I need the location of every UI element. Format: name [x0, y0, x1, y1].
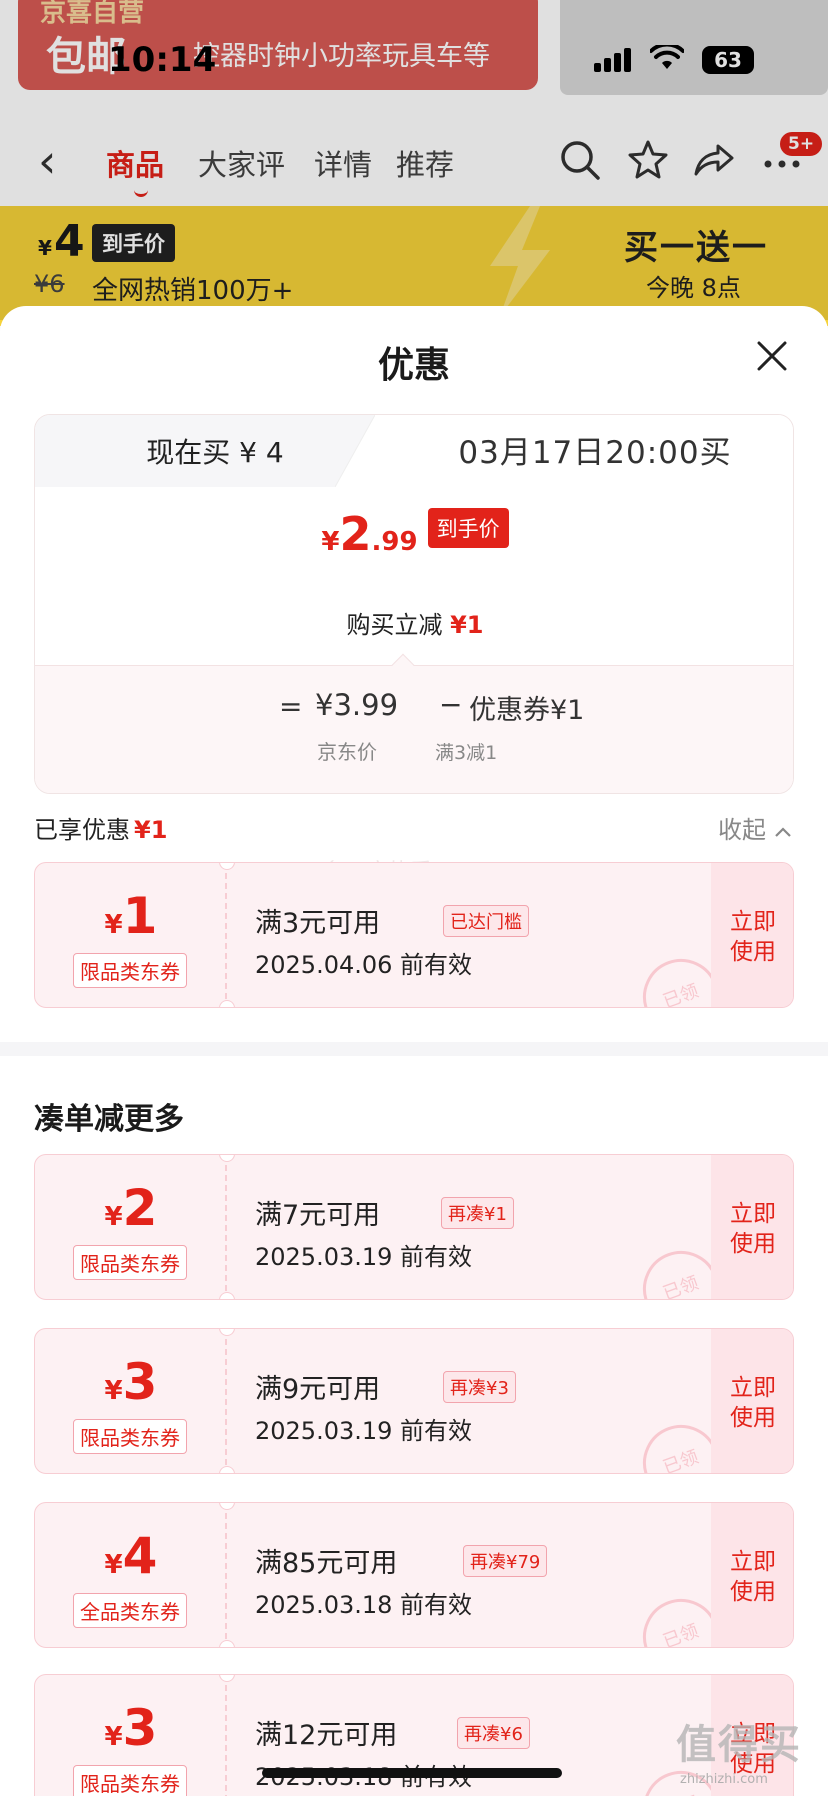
use-coupon-label: 立即使用	[730, 1201, 776, 1257]
coupon-card: ¥4 全品类东券 满85元可用 再凑¥79 2025.03.18 前有效 已领 …	[34, 1502, 794, 1648]
coupon-notch	[219, 1640, 235, 1647]
calc-coupon-label: 满3减1	[435, 742, 498, 764]
instant-reduction: 购买立减 ¥1	[35, 605, 793, 640]
final-price: ¥2.99	[321, 507, 417, 561]
coupon-yen: ¥	[104, 1722, 123, 1752]
coupon-gap-tag: 再凑¥6	[457, 1717, 530, 1749]
section-divider	[0, 1042, 828, 1056]
coupon-expiry: 2025.03.18 前有效	[255, 1591, 473, 1619]
final-price-integer: 2	[339, 507, 372, 561]
coupon-type: 限品类东券	[73, 1765, 187, 1796]
coupon-condition: 满85元可用	[255, 1548, 398, 1579]
coupon-condition: 满7元可用	[255, 1200, 381, 1231]
app-root: 京喜自营 包邮 控器时钟小功率玩具车等 10:14 63 ‹ 商品 大家评 详情…	[0, 0, 828, 1796]
coupon-expiry: 2025.03.19 前有效	[255, 1417, 473, 1445]
coupon-amount-area: ¥1 限品类东券	[35, 863, 227, 1007]
sheet-title: 优惠	[377, 345, 450, 386]
calc-equals: =	[279, 690, 303, 723]
enjoyed-discount-label: 已享优惠	[34, 816, 130, 844]
calc-coupon: 优惠券¥1	[469, 695, 585, 726]
price-breakdown-card: 现在买 ¥ 4 03月17日20:00买 ¥2.99 到手价 购买立减 ¥1 = …	[34, 414, 794, 794]
coupon-gap-tag: 再凑¥1	[441, 1197, 514, 1229]
final-price-row: ¥2.99 到手价	[35, 507, 793, 561]
tab-buy-later[interactable]: 03月17日20:00买	[375, 415, 793, 487]
coupon-gap-tag: 再凑¥3	[443, 1371, 516, 1403]
coupon-yen: ¥	[104, 1550, 123, 1580]
use-coupon-button[interactable]: 立即使用	[711, 863, 793, 1007]
use-coupon-label: 立即使用	[730, 909, 776, 965]
enjoyed-discount: 已享优惠 ¥1	[34, 810, 167, 845]
site-watermark: 值得买	[676, 1722, 802, 1768]
instant-reduction-label: 购买立减	[346, 611, 443, 639]
enjoyed-discount-amount: ¥1	[134, 816, 168, 844]
calc-jd-price-label: 京东价	[317, 740, 377, 764]
coupon-type: 限品类东券	[73, 953, 187, 988]
coupon-yen: ¥	[104, 910, 123, 940]
coupon-value: 4	[122, 1527, 158, 1585]
tab-buy-later-label: 03月17日20:00买	[458, 435, 732, 471]
site-watermark-url: zhizhizhi.com	[680, 1772, 768, 1787]
use-coupon-button[interactable]: 立即使用	[711, 1503, 793, 1647]
close-icon[interactable]	[754, 338, 790, 374]
use-coupon-button[interactable]: 立即使用	[711, 1155, 793, 1299]
coupon-amount-area: ¥4 全品类东券	[35, 1503, 227, 1647]
coupon-amount: ¥4	[35, 1527, 227, 1585]
coupon-type: 全品类东券	[73, 1593, 187, 1628]
final-price-tag: 到手价	[427, 508, 509, 548]
coupon-amount: ¥3	[35, 1353, 227, 1411]
coupon-expiry: 2025.04.06 前有效	[255, 951, 473, 979]
coupon-card: ¥2 限品类东券 满7元可用 再凑¥1 2025.03.19 前有效 已领 立即…	[34, 1154, 794, 1300]
coupon-condition: 满9元可用	[255, 1374, 381, 1405]
coupon-condition: 满12元可用	[255, 1720, 398, 1751]
calc-jd-price: ¥3.99	[315, 688, 399, 722]
coupon-yen: ¥	[104, 1202, 123, 1232]
coupon-threshold-tag: 已达门槛	[443, 905, 529, 937]
coupon-value: 2	[122, 1179, 158, 1237]
coupon-gap-tag: 再凑¥79	[463, 1545, 548, 1577]
final-price-decimal: .99	[371, 527, 418, 557]
coupon-condition: 满3元可用	[255, 908, 381, 939]
coupon-amount-area: ¥3 限品类东券	[35, 1329, 227, 1473]
coupon-type: 限品类东券	[73, 1245, 187, 1280]
collapse-label: 收起	[718, 816, 766, 844]
chevron-up-icon	[774, 827, 791, 837]
coupon-amount-area: ¥2 限品类东券	[35, 1155, 227, 1299]
home-indicator[interactable]	[262, 1768, 562, 1778]
coupon-card: ¥3 限品类东券 满9元可用 再凑¥3 2025.03.19 前有效 已领 立即…	[34, 1328, 794, 1474]
more-discount-title: 凑单减更多	[34, 1102, 184, 1137]
use-coupon-button[interactable]: 立即使用	[711, 1329, 793, 1473]
coupon-notch	[219, 1466, 235, 1473]
background-dim-overlay[interactable]	[0, 0, 828, 320]
coupon-amount: ¥2	[35, 1179, 227, 1237]
coupon-yen: ¥	[104, 1376, 123, 1406]
coupon-value: 3	[122, 1353, 158, 1411]
final-price-yen: ¥	[321, 527, 340, 557]
coupon-card: ¥1 限品类东券 满3元可用 已达门槛 2025.04.06 前有效 已领 立即…	[34, 862, 794, 1008]
coupon-value: 1	[122, 887, 158, 945]
collapse-button[interactable]: 收起	[718, 810, 792, 845]
use-coupon-label: 立即使用	[730, 1549, 776, 1605]
calc-minus: −	[439, 688, 463, 721]
coupon-expiry: 2025.03.19 前有效	[255, 1243, 473, 1271]
coupon-amount: ¥1	[35, 887, 227, 945]
discount-sheet: 优惠 现在买 ¥ 4 03月17日20:00买 ¥2.99 到手价 购买立减 ¥1…	[0, 306, 828, 1796]
coupon-notch	[219, 1292, 235, 1299]
coupon-notch	[219, 1000, 235, 1007]
use-coupon-label: 立即使用	[730, 1375, 776, 1431]
coupon-value: 3	[122, 1699, 158, 1757]
coupon-amount: ¥3	[35, 1699, 227, 1757]
price-calculation: = ¥3.99 − 优惠券¥1 京东价 满3减1	[35, 665, 793, 793]
instant-reduction-amount: ¥1	[450, 611, 484, 639]
coupon-amount-area: ¥3 限品类东券	[35, 1675, 227, 1796]
coupon-type: 限品类东券	[73, 1419, 187, 1454]
